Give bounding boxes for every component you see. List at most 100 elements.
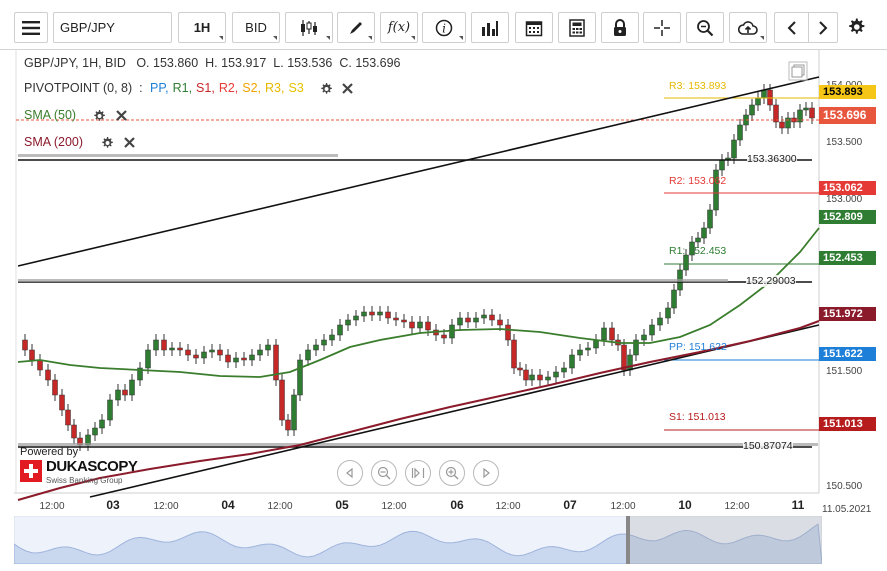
nav-next-button[interactable] — [473, 460, 499, 486]
candle-body — [505, 324, 511, 341]
sma50-settings-gear-icon[interactable] — [92, 109, 106, 123]
candle-body — [107, 399, 113, 421]
pivot-title: PIVOTPOINT (0, 8) — [24, 81, 133, 95]
calendar-button[interactable] — [515, 12, 553, 43]
candle-body — [297, 359, 303, 396]
scroll-left-button[interactable] — [774, 12, 808, 43]
popout-window-icon[interactable] — [788, 61, 808, 81]
fit-button[interactable] — [405, 460, 431, 486]
price-axis-label: 153.000 — [826, 194, 863, 205]
dukascopy-logo: Powered by DUKASCOPY Swiss Banking Group — [20, 446, 145, 490]
triangle-right-icon — [483, 467, 490, 479]
candle-body — [609, 327, 615, 341]
chart-area[interactable]: GBP/JPY, 1H, BID O. 153.860 H. 153.917 L… — [0, 50, 887, 571]
info-icon: i — [435, 19, 453, 36]
fit-range-icon — [411, 467, 425, 479]
menu-button[interactable] — [14, 12, 48, 43]
candle-body — [233, 357, 239, 363]
candle-body — [217, 349, 223, 356]
dropdown-caret-icon — [326, 36, 330, 40]
dropdown-caret-icon — [219, 36, 223, 40]
pivot-item-s3: S3 — [288, 81, 304, 95]
scroll-right-button[interactable] — [808, 12, 838, 43]
candle-body — [649, 324, 655, 336]
time-axis-label: 04 — [221, 498, 235, 512]
candle-body — [361, 311, 367, 317]
legend-close: 153.696 — [355, 56, 401, 70]
candle-body — [193, 354, 199, 359]
zoom-in-button[interactable] — [439, 460, 465, 486]
time-axis-label: 12:00 — [724, 501, 750, 512]
settings-button[interactable] — [846, 17, 868, 39]
candle-body — [122, 389, 128, 396]
nav-prev-button[interactable] — [337, 460, 363, 486]
date-label: 11.05.2021 — [822, 504, 872, 515]
zoom-out-button[interactable] — [371, 460, 397, 486]
calculator-button[interactable] — [558, 12, 596, 43]
time-axis-label: 11 — [791, 498, 805, 512]
pivot-item-s1: S1, — [196, 81, 215, 95]
candle-body — [45, 369, 51, 381]
candle-body — [279, 379, 285, 421]
candle-body — [99, 419, 105, 429]
sma200-settings-gear-icon[interactable] — [100, 136, 114, 150]
pivot-level-label: R2: 153.062 — [669, 175, 727, 187]
candle-body — [683, 254, 689, 271]
pivot-remove-close-icon[interactable] — [341, 82, 354, 95]
dropdown-caret-icon — [459, 36, 463, 40]
time-axis-label: 12:00 — [495, 501, 521, 512]
candle-body — [401, 319, 407, 323]
line-handle-bar[interactable] — [18, 279, 728, 282]
candle-body — [71, 424, 77, 439]
zoom-icon — [697, 19, 714, 36]
candle-body — [545, 376, 551, 381]
price-type-label: BID — [245, 20, 267, 35]
price-tag: 151.013 — [819, 417, 876, 431]
info-button[interactable]: i — [422, 12, 466, 43]
price-chart[interactable] — [0, 50, 887, 571]
candle-body — [755, 97, 761, 106]
line-handle-bar[interactable] — [18, 154, 338, 157]
sma50-remove-close-icon[interactable] — [115, 109, 128, 122]
draw-button[interactable] — [337, 12, 375, 43]
time-axis-label: 12:00 — [381, 501, 407, 512]
candle-body — [657, 317, 663, 326]
candle-body — [701, 227, 707, 239]
time-axis-label: 05 — [335, 498, 349, 512]
candle-body — [481, 314, 487, 319]
dropdown-caret-icon — [273, 36, 277, 40]
sma200-remove-close-icon[interactable] — [123, 136, 136, 149]
instrument-selector[interactable]: GBP/JPY — [53, 12, 172, 43]
candle-body — [537, 374, 543, 381]
price-tag: 153.062 — [819, 181, 876, 195]
pivot-settings-gear-icon[interactable] — [319, 82, 333, 96]
candle-body — [59, 394, 65, 411]
candle-body — [52, 379, 58, 396]
candle-body — [695, 237, 701, 243]
zoom-button[interactable] — [686, 12, 724, 43]
candle-body — [22, 339, 28, 351]
lock-button[interactable] — [601, 12, 639, 43]
period-button[interactable]: 1H — [178, 12, 226, 43]
candle-body — [37, 359, 43, 371]
candle-body — [169, 347, 175, 351]
candle-body — [641, 334, 647, 341]
time-axis-label: 06 — [450, 498, 464, 512]
candle-body — [465, 317, 471, 323]
lock-icon — [614, 18, 626, 36]
candle-body — [601, 327, 607, 341]
bar-chart-icon — [482, 20, 498, 36]
bar-chart-button[interactable] — [471, 12, 509, 43]
pivot-level-label: R1: 152.453 — [669, 245, 727, 257]
indicators-button[interactable]: f(x) — [380, 12, 418, 43]
price-type-button[interactable]: BID — [232, 12, 280, 43]
navigator-strip[interactable] — [14, 516, 822, 564]
cloud-button[interactable] — [729, 12, 767, 43]
legend-high-label: H. — [205, 56, 218, 70]
legend-high: 153.917 — [221, 56, 267, 70]
upper-trend-line — [17, 76, 820, 267]
chart-type-button[interactable] — [285, 12, 333, 43]
candle-body — [369, 311, 375, 316]
crosshair-button[interactable] — [643, 12, 681, 43]
candle-body — [265, 344, 271, 351]
